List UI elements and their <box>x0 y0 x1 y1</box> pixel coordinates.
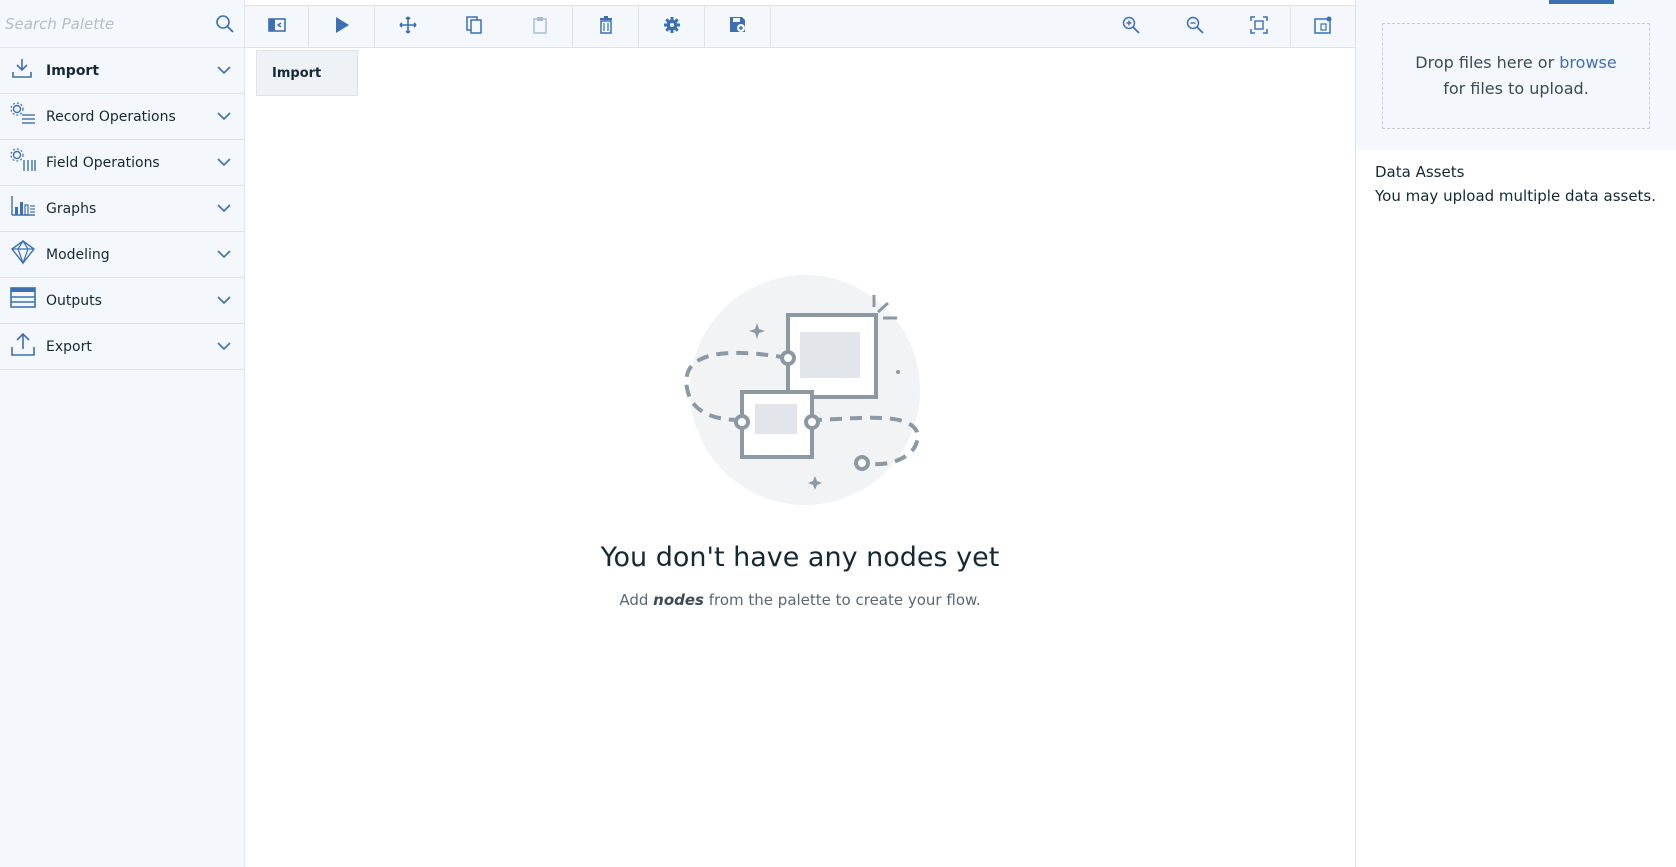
copy-icon <box>466 16 482 38</box>
palette-category-graphs[interactable]: Graphs <box>0 186 244 232</box>
subtitle-suffix: from the palette to create your flow. <box>703 591 981 609</box>
palette-category-outputs[interactable]: Outputs <box>0 278 244 324</box>
settings-button[interactable] <box>639 6 705 48</box>
move-button[interactable] <box>375 6 441 48</box>
fit-to-screen-icon <box>1249 16 1268 38</box>
category-label: Outputs <box>46 292 102 309</box>
palette-search-input[interactable] <box>5 14 212 33</box>
empty-state: You don't have any nodes yet Add nodes f… <box>245 270 1355 609</box>
node-palette: Import Record Operations Field Operation… <box>0 0 245 867</box>
toggle-right-panel-icon <box>1314 16 1332 38</box>
palette-category-export[interactable]: Export <box>0 324 244 370</box>
toggle-palette-button[interactable] <box>245 6 309 48</box>
empty-flow-illustration <box>684 275 920 505</box>
record-operations-icon <box>10 101 36 127</box>
data-assets-panel: Drop files here or browse for files to u… <box>1355 0 1676 867</box>
zoom-out-icon <box>1186 16 1204 38</box>
browse-link[interactable]: browse <box>1559 53 1616 72</box>
category-label: Graphs <box>46 200 97 217</box>
palette-category-record-operations[interactable]: Record Operations <box>0 94 244 140</box>
fit-to-screen-button[interactable] <box>1227 6 1291 48</box>
search-icon[interactable] <box>212 11 238 37</box>
subtitle-emphasis: nodes <box>653 591 704 609</box>
chevron-down-icon[interactable] <box>214 61 234 81</box>
file-drop-zone[interactable]: Drop files here or browse for files to u… <box>1382 23 1650 129</box>
flow-canvas[interactable]: Import You don't have any nodes yet Add … <box>245 0 1355 867</box>
modeling-icon <box>10 239 36 265</box>
save-icon <box>729 16 747 38</box>
save-button[interactable] <box>705 6 771 48</box>
chevron-down-icon[interactable] <box>214 107 234 127</box>
zoom-in-button[interactable] <box>1099 6 1163 48</box>
zoom-in-icon <box>1122 16 1140 38</box>
field-operations-icon <box>10 147 36 173</box>
drop-text-line-2: for files to upload. <box>1443 79 1589 98</box>
upload-area: Drop files here or browse for files to u… <box>1356 0 1676 150</box>
toggle-right-panel-button[interactable] <box>1291 6 1355 48</box>
run-button[interactable] <box>309 6 375 48</box>
palette-category-field-operations[interactable]: Field Operations <box>0 140 244 186</box>
subtitle-prefix: Add <box>619 591 654 609</box>
category-label: Field Operations <box>46 154 160 171</box>
move-icon <box>399 16 417 38</box>
paste-button[interactable] <box>507 6 573 48</box>
category-label: Modeling <box>46 246 110 263</box>
delete-button[interactable] <box>573 6 639 48</box>
palette-search-bar <box>0 0 244 48</box>
import-tooltip: Import <box>256 50 358 96</box>
paste-icon <box>532 16 547 38</box>
delete-icon <box>599 16 613 38</box>
active-tab-indicator <box>1549 0 1614 4</box>
empty-state-title: You don't have any nodes yet <box>600 542 1000 573</box>
chevron-down-icon[interactable] <box>214 291 234 311</box>
chevron-down-icon[interactable] <box>214 153 234 173</box>
category-label: Export <box>46 338 92 355</box>
data-assets-heading: Data Assets <box>1375 163 1465 181</box>
data-assets-description: You may upload multiple data assets. <box>1375 187 1657 205</box>
outputs-icon <box>10 285 36 311</box>
chevron-down-icon[interactable] <box>214 199 234 219</box>
copy-button[interactable] <box>441 6 507 48</box>
data-assets-section: Data Assets You may upload multiple data… <box>1356 150 1676 218</box>
chevron-down-icon[interactable] <box>214 245 234 265</box>
category-label: Import <box>46 62 100 79</box>
import-icon <box>10 55 36 81</box>
palette-category-import[interactable]: Import <box>0 48 244 94</box>
canvas-toolbar <box>245 5 1355 48</box>
run-icon <box>334 16 350 38</box>
toggle-palette-icon <box>267 17 286 37</box>
settings-icon <box>663 16 681 38</box>
zoom-out-button[interactable] <box>1163 6 1227 48</box>
chevron-down-icon[interactable] <box>214 337 234 357</box>
export-icon <box>10 331 36 357</box>
empty-state-subtitle: Add nodes from the palette to create you… <box>245 591 1355 609</box>
drop-text: Drop files here or <box>1415 53 1560 72</box>
category-label: Record Operations <box>46 108 176 125</box>
drop-text-line-1: Drop files here or browse <box>1415 50 1616 76</box>
palette-category-modeling[interactable]: Modeling <box>0 232 244 278</box>
graphs-icon <box>10 193 36 219</box>
